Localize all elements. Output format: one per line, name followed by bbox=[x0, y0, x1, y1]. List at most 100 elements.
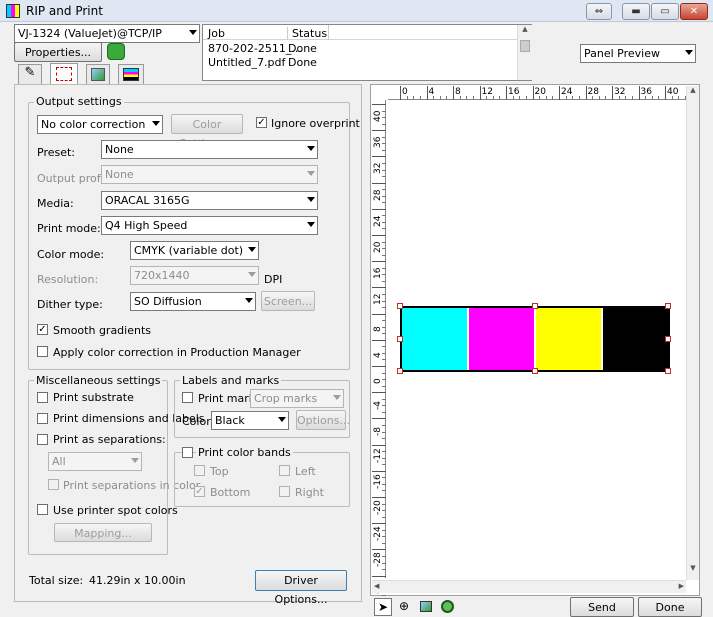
v-ruler-minor-tick bbox=[382, 464, 386, 466]
chevron-down-icon bbox=[248, 247, 256, 252]
zoom-tool[interactable] bbox=[439, 598, 457, 616]
v-ruler-tick bbox=[372, 104, 386, 105]
v-ruler-tick bbox=[372, 339, 386, 341]
media-label: Media: bbox=[37, 197, 74, 210]
v-ruler-label: -16 bbox=[373, 474, 383, 489]
preset-select[interactable]: None bbox=[101, 140, 318, 159]
smooth-gradients-checkbox[interactable]: ✓ bbox=[37, 324, 48, 335]
tab-bands[interactable] bbox=[118, 64, 144, 84]
preview-vertical-scrollbar[interactable]: ▲ ▼ bbox=[686, 86, 699, 580]
printer-status-icon[interactable] bbox=[107, 43, 125, 60]
extra-window-icon[interactable]: ⇔ bbox=[586, 3, 612, 20]
band-bottom-checkbox[interactable]: ✓ bbox=[194, 486, 205, 497]
preview-mode-select[interactable]: Panel Preview bbox=[580, 44, 696, 63]
resize-handle[interactable] bbox=[532, 368, 538, 374]
resize-handle[interactable] bbox=[665, 368, 671, 374]
marks-color-select[interactable]: Black bbox=[211, 411, 289, 430]
h-ruler-label: 28 bbox=[587, 87, 599, 97]
print-color-bands-checkbox[interactable] bbox=[182, 447, 193, 458]
zoom-in-tool[interactable]: ⊕ bbox=[395, 598, 413, 616]
job-status: Done bbox=[288, 56, 317, 69]
color-correction-select[interactable]: No color correction bbox=[37, 115, 163, 134]
tab-color[interactable] bbox=[86, 64, 110, 84]
h-ruler-tick bbox=[559, 86, 560, 100]
print-dimensions-checkbox[interactable] bbox=[37, 413, 48, 424]
color-settings-button[interactable]: Color Settings... bbox=[171, 114, 243, 150]
separations-select[interactable]: All bbox=[48, 452, 142, 471]
separations-in-color-checkbox[interactable] bbox=[48, 479, 59, 490]
properties-button[interactable]: Properties... bbox=[14, 42, 102, 62]
scroll-up-icon[interactable]: ▲ bbox=[687, 86, 699, 98]
print-separations-checkbox[interactable] bbox=[37, 434, 48, 445]
media-select[interactable]: ORACAL 3165G bbox=[101, 191, 318, 210]
marks-options-button[interactable]: Options... bbox=[296, 410, 350, 430]
band-top-checkbox[interactable] bbox=[194, 465, 205, 476]
h-ruler-minor-tick bbox=[605, 96, 607, 100]
dither-type-value: SO Diffusion bbox=[134, 295, 202, 308]
dither-type-label: Dither type: bbox=[37, 298, 103, 311]
resolution-select[interactable]: 720x1440 bbox=[130, 266, 259, 285]
driver-options-button[interactable]: Driver Options... bbox=[255, 570, 347, 606]
print-preview-image[interactable] bbox=[400, 306, 670, 372]
scroll-up-icon[interactable]: ▲ bbox=[518, 25, 532, 38]
h-ruler-minor-tick bbox=[598, 96, 600, 100]
v-ruler-tick bbox=[372, 287, 386, 289]
print-marks-checkbox[interactable] bbox=[182, 392, 193, 403]
v-ruler-tick bbox=[372, 366, 386, 367]
h-ruler-minor-tick bbox=[539, 96, 541, 100]
resize-handle[interactable] bbox=[665, 336, 671, 342]
h-ruler-minor-tick bbox=[406, 96, 408, 100]
preview-horizontal-scrollbar[interactable]: ◀ ▶ bbox=[372, 580, 686, 593]
done-button[interactable]: Done bbox=[638, 597, 702, 617]
screen-button[interactable]: Screen... bbox=[261, 291, 315, 311]
printer-select[interactable]: VJ-1324 (ValueJet)@TCP/IP bbox=[14, 24, 200, 43]
color-mode-select[interactable]: CMYK (variable dot) bbox=[130, 241, 259, 260]
color-mode-label: Color mode: bbox=[37, 248, 105, 261]
job-list[interactable]: Job Status 870-202-2511_... Done Untitle… bbox=[202, 24, 532, 81]
scroll-thumb[interactable] bbox=[520, 40, 530, 52]
scroll-down-icon[interactable]: ▼ bbox=[687, 564, 699, 576]
marks-select[interactable]: Crop marks bbox=[250, 389, 344, 408]
h-ruler-tick bbox=[506, 86, 507, 100]
pointer-tool[interactable]: ➤ bbox=[374, 598, 392, 616]
minimize-icon[interactable]: ▬ bbox=[622, 3, 650, 20]
band-left-checkbox[interactable] bbox=[279, 465, 290, 476]
dither-type-select[interactable]: SO Diffusion bbox=[130, 292, 256, 311]
scroll-right-icon[interactable]: ▶ bbox=[679, 582, 684, 590]
fit-page-tool[interactable] bbox=[417, 598, 435, 616]
status-column-header[interactable]: Status bbox=[287, 27, 331, 40]
resize-handle[interactable] bbox=[532, 303, 538, 309]
output-profile-select[interactable]: None bbox=[101, 165, 318, 184]
apply-color-correction-checkbox[interactable] bbox=[37, 346, 48, 357]
resize-handle[interactable] bbox=[397, 336, 403, 342]
job-list-scrollbar[interactable]: ▲ bbox=[517, 25, 532, 80]
scroll-left-icon[interactable]: ◀ bbox=[374, 582, 379, 590]
tab-layout[interactable]: ✎ bbox=[18, 64, 42, 84]
tab-output[interactable] bbox=[50, 63, 78, 85]
h-ruler-label: 32 bbox=[614, 87, 626, 97]
job-column-header[interactable]: Job bbox=[208, 27, 225, 40]
spot-colors-checkbox[interactable] bbox=[37, 504, 48, 515]
h-ruler-minor-tick bbox=[439, 96, 441, 100]
send-button[interactable]: Send bbox=[570, 597, 634, 617]
v-ruler-minor-tick bbox=[382, 562, 386, 564]
h-ruler-label: 36 bbox=[640, 87, 652, 97]
ignore-overprint-checkbox[interactable]: ✓ bbox=[256, 117, 267, 128]
h-ruler-minor-tick bbox=[499, 96, 501, 100]
chevron-down-icon bbox=[131, 458, 139, 463]
chevron-down-icon bbox=[248, 272, 256, 277]
close-icon[interactable]: ✕ bbox=[680, 3, 708, 20]
v-ruler-tick bbox=[372, 182, 386, 184]
print-mode-select[interactable]: Q4 High Speed bbox=[101, 216, 318, 235]
resize-handle[interactable] bbox=[397, 303, 403, 309]
media-value: ORACAL 3165G bbox=[105, 194, 190, 207]
print-color-bands-label: Print color bands bbox=[196, 446, 293, 459]
print-substrate-checkbox[interactable] bbox=[37, 392, 48, 403]
resize-handle[interactable] bbox=[665, 303, 671, 309]
v-ruler-minor-tick bbox=[382, 117, 386, 119]
resize-handle[interactable] bbox=[397, 368, 403, 374]
maximize-icon[interactable]: ▭ bbox=[651, 3, 679, 20]
mapping-button[interactable]: Mapping... bbox=[54, 523, 152, 542]
h-ruler-minor-tick bbox=[618, 96, 620, 100]
band-right-checkbox[interactable] bbox=[279, 486, 290, 497]
